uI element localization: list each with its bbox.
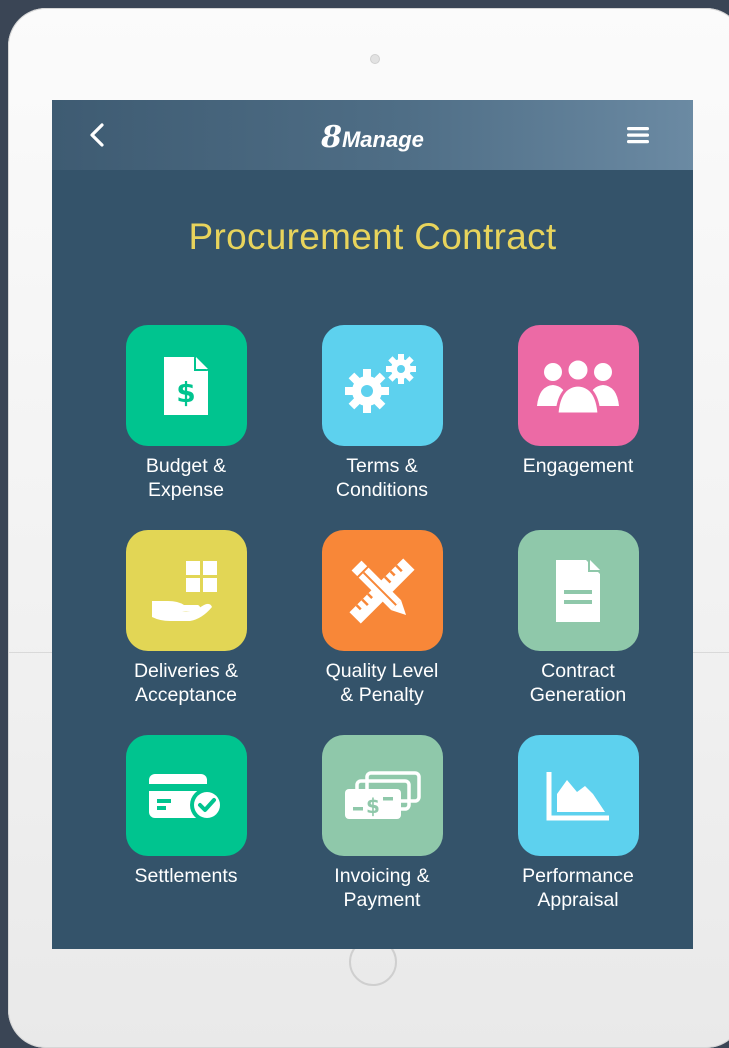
- tile-label: Contract Generation: [529, 660, 627, 706]
- tile-label: Budget & Expense: [145, 455, 227, 501]
- app-screen: 8Manage Procurement Contract $ Budget & …: [52, 100, 693, 949]
- people-group-icon: [517, 325, 639, 446]
- tile-engagement[interactable]: Engagement: [493, 325, 663, 478]
- tile-label: Performance Appraisal: [522, 865, 634, 911]
- tile-invoicing-payment[interactable]: $ Invoicing & Payment: [297, 735, 467, 912]
- camera-dot: [370, 54, 380, 64]
- tile-label: Quality Level & Penalty: [325, 660, 439, 706]
- page-title: Procurement Contract: [188, 216, 557, 257]
- tile-terms-conditions[interactable]: Terms & Conditions: [297, 325, 467, 502]
- tile-label: Invoicing & Payment: [334, 865, 430, 911]
- area-chart-icon: [517, 735, 639, 856]
- tile-budget-expense[interactable]: $ Budget & Expense: [101, 325, 271, 502]
- app-logo: 8Manage: [52, 120, 693, 155]
- tile-deliveries-acceptance[interactable]: Deliveries & Acceptance: [101, 530, 271, 707]
- tile-label: Settlements: [134, 865, 238, 887]
- gears-icon: [321, 325, 443, 446]
- cash-bills-icon: $: [321, 735, 443, 856]
- hamburger-menu-icon[interactable]: [625, 124, 651, 146]
- tile-quality-penalty[interactable]: Quality Level & Penalty: [297, 530, 467, 707]
- svg-text:$: $: [176, 376, 195, 409]
- pencil-ruler-icon: [321, 530, 443, 651]
- svg-text:$: $: [366, 794, 380, 818]
- dollar-document-icon: $: [125, 325, 247, 446]
- tile-label: Deliveries & Acceptance: [133, 660, 239, 706]
- tile-performance-appraisal[interactable]: Performance Appraisal: [493, 735, 663, 912]
- tile-label: Terms & Conditions: [335, 455, 429, 501]
- document-icon: [517, 530, 639, 651]
- top-bar: 8Manage: [52, 100, 693, 170]
- tile-settlements[interactable]: Settlements: [101, 735, 271, 888]
- logo-number: 8: [321, 120, 342, 155]
- tile-contract-generation[interactable]: Contract Generation: [493, 530, 663, 707]
- card-check-icon: [125, 735, 247, 856]
- hand-with-boxes-icon: [125, 530, 247, 651]
- tile-label: Engagement: [522, 455, 634, 477]
- logo-text: Manage: [341, 127, 424, 152]
- tablet-frame: 8Manage Procurement Contract $ Budget & …: [8, 8, 729, 1048]
